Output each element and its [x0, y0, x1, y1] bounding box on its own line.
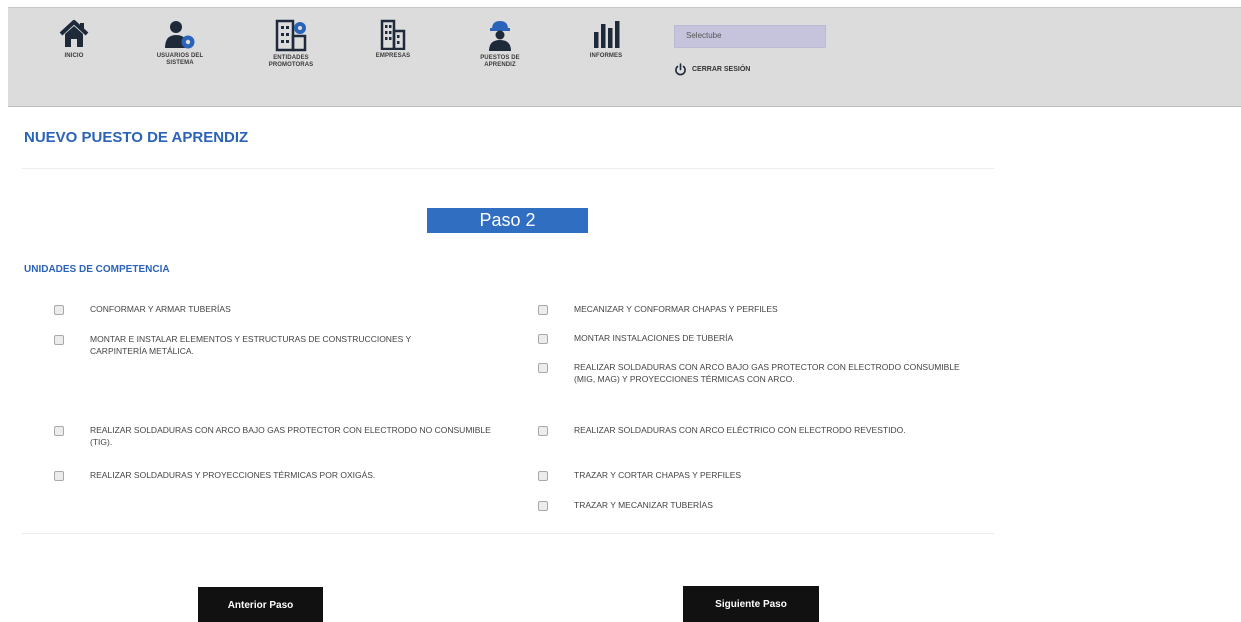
- list-divider: [22, 533, 994, 534]
- section-title: UNIDADES DE COMPETENCIA: [24, 264, 170, 275]
- competencia-item: CONFORMAR Y ARMAR TUBERÍAS: [54, 303, 494, 315]
- step-badge: Paso 2: [427, 208, 588, 233]
- competencia-label: REALIZAR SOLDADURAS CON ARCO BAJO GAS PR…: [90, 425, 491, 447]
- power-icon: [675, 63, 686, 76]
- buildings-icon: [380, 19, 406, 50]
- logout-link[interactable]: CERRAR SESIÓN: [674, 63, 750, 76]
- worker-helmet-icon: [489, 21, 511, 51]
- competencia-item: REALIZAR SOLDADURAS CON ARCO BAJO GAS PR…: [538, 361, 963, 385]
- nav-item-informes[interactable]: INFORMES: [578, 18, 634, 60]
- prev-step-button[interactable]: Anterior Paso: [198, 587, 323, 622]
- competencia-checkbox[interactable]: [538, 501, 548, 511]
- competencia-item: REALIZAR SOLDADURAS Y PROYECCIONES TÉRMI…: [54, 469, 474, 481]
- competencia-item: MECANIZAR Y CONFORMAR CHAPAS Y PERFILES: [538, 303, 978, 315]
- competencia-checkbox[interactable]: [538, 363, 548, 373]
- competencia-label: MONTAR INSTALACIONES DE TUBERÍA: [574, 333, 734, 343]
- competencia-label: REALIZAR SOLDADURAS CON ARCO ELÉCTRICO C…: [574, 425, 906, 435]
- top-navbar: INICIO USUARIOS DEL SISTEMA ENTIDADES PROM…: [8, 7, 1241, 107]
- competencia-item: MONTAR INSTALACIONES DE TUBERÍA: [538, 332, 978, 344]
- page-title: NUEVO PUESTO DE APRENDIZ: [24, 129, 249, 146]
- competencia-item: TRAZAR Y MECANIZAR TUBERÍAS: [538, 499, 978, 511]
- nav-label-empresas: EMPRESAS: [375, 53, 411, 59]
- nav-item-entidades[interactable]: ENTIDADES PROMOTORAS: [251, 18, 331, 69]
- competencia-item: REALIZAR SOLDADURAS CON ARCO BAJO GAS PR…: [54, 424, 494, 448]
- nav-item-usuarios[interactable]: USUARIOS DEL SISTEMA: [140, 18, 220, 67]
- competencia-checkbox[interactable]: [54, 335, 64, 345]
- competencia-checkbox[interactable]: [538, 471, 548, 481]
- competencia-item: REALIZAR SOLDADURAS CON ARCO ELÉCTRICO C…: [538, 424, 908, 436]
- competencia-checkbox[interactable]: [538, 426, 548, 436]
- competencia-checkbox[interactable]: [538, 334, 548, 344]
- competencia-checkbox[interactable]: [538, 305, 548, 315]
- logout-label: CERRAR SESIÓN: [692, 66, 751, 73]
- title-divider: [22, 168, 994, 169]
- user-gear-icon: [165, 21, 195, 49]
- nav-label-entidades: ENTIDADES PROMOTORAS: [268, 55, 314, 68]
- competencia-checkbox[interactable]: [54, 471, 64, 481]
- building-gear-icon: [275, 19, 307, 52]
- nav-label-usuarios: USUARIOS DEL SISTEMA: [156, 53, 204, 66]
- competencia-label: MECANIZAR Y CONFORMAR CHAPAS Y PERFILES: [574, 304, 778, 314]
- competencia-checkbox[interactable]: [54, 426, 64, 436]
- nav-item-empresas[interactable]: EMPRESAS: [362, 18, 424, 60]
- competencia-label: REALIZAR SOLDADURAS CON ARCO BAJO GAS PR…: [574, 362, 960, 384]
- competencia-label: TRAZAR Y CORTAR CHAPAS Y PERFILES: [574, 470, 742, 480]
- competencia-label: TRAZAR Y MECANIZAR TUBERÍAS: [574, 500, 713, 510]
- competencia-item: MONTAR E INSTALAR ELEMENTOS Y ESTRUCTURA…: [54, 333, 439, 357]
- next-step-button[interactable]: Siguiente Paso: [683, 586, 819, 622]
- competencia-label: REALIZAR SOLDADURAS Y PROYECCIONES TÉRMI…: [90, 470, 376, 480]
- competencia-item: TRAZAR Y CORTAR CHAPAS Y PERFILES: [538, 469, 978, 481]
- nav-label-informes: INFORMES: [589, 53, 623, 59]
- bar-chart-icon: [594, 21, 620, 48]
- nav-item-puestos[interactable]: PUESTOS DE APRENDIZ: [465, 18, 535, 69]
- nav-label-puestos: PUESTOS DE APRENDIZ: [480, 55, 520, 68]
- competencia-checkbox[interactable]: [54, 305, 64, 315]
- home-icon: [59, 20, 89, 47]
- user-select[interactable]: Selectube: [674, 25, 826, 48]
- nav-item-inicio[interactable]: INICIO: [54, 18, 94, 60]
- competencia-label: MONTAR E INSTALAR ELEMENTOS Y ESTRUCTURA…: [90, 334, 412, 356]
- competencia-label: CONFORMAR Y ARMAR TUBERÍAS: [90, 304, 231, 314]
- nav-label-inicio: INICIO: [64, 53, 84, 59]
